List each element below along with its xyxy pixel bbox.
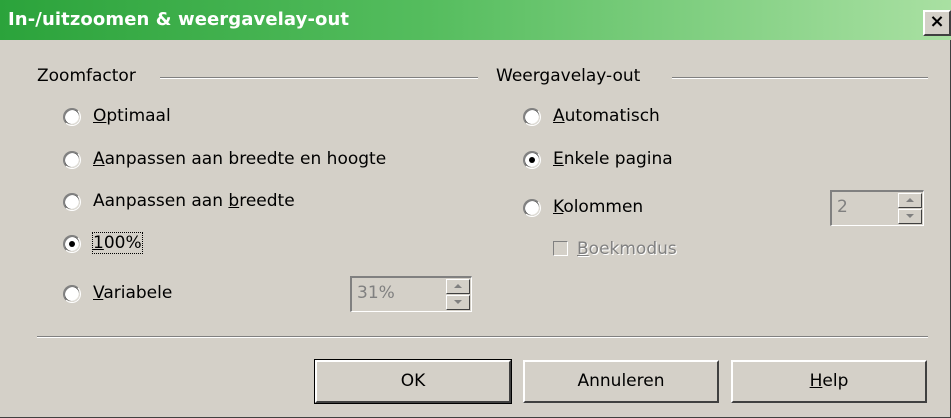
spin-down-button[interactable] <box>446 295 470 310</box>
radio-button[interactable] <box>523 108 541 126</box>
dialog-title: In-/uitzoomen & weergavelay-out <box>8 9 350 30</box>
cancel-button[interactable]: Annuleren <box>523 360 719 403</box>
zoom-group-line <box>160 77 478 79</box>
arrow-down-icon <box>906 214 914 218</box>
radio-button[interactable] <box>63 151 81 169</box>
help-button[interactable]: Help <box>731 360 927 403</box>
zoom-group-label: Zoomfactor <box>37 66 142 86</box>
radio-button[interactable] <box>63 193 81 211</box>
close-icon: × <box>929 11 945 32</box>
spin-down-button[interactable] <box>898 209 922 224</box>
arrow-up-icon <box>906 198 914 202</box>
zoom-fit-width-height-label: Aanpassen aan breedte en hoogte <box>93 149 387 169</box>
radio-button[interactable] <box>63 235 81 253</box>
arrow-down-icon <box>454 300 462 304</box>
spin-up-button[interactable] <box>446 279 470 294</box>
zoom-fit-width-label: Aanpassen aan breedte <box>93 191 295 211</box>
book-mode-label: Boekmodus <box>577 239 677 259</box>
radio-button[interactable] <box>523 151 541 169</box>
radio-button[interactable] <box>63 285 81 303</box>
columns-value: 2 <box>837 197 848 217</box>
radio-button[interactable] <box>63 108 81 126</box>
layout-automatic-label: Automatisch <box>553 106 660 126</box>
close-button[interactable]: × <box>923 10 951 36</box>
zoom-variable-label: Variabele <box>93 283 173 303</box>
zoom-layout-dialog: In-/uitzoomen & weergavelay-out × Zoomfa… <box>0 0 951 418</box>
layout-single-page-label: Enkele pagina <box>553 149 673 169</box>
separator-line <box>37 336 928 338</box>
book-mode-checkbox[interactable] <box>553 241 568 256</box>
title-bar[interactable]: In-/uitzoomen & weergavelay-out × <box>0 0 951 40</box>
ok-button[interactable]: OK <box>314 359 512 404</box>
radio-button[interactable] <box>523 199 541 217</box>
zoom-variable-value: 31% <box>357 283 395 303</box>
columns-spinbox[interactable]: 2 <box>830 190 924 226</box>
layout-group-label: Weergavelay-out <box>496 66 647 86</box>
layout-columns-label: Kolommen <box>553 197 644 217</box>
spin-up-button[interactable] <box>898 193 922 208</box>
arrow-up-icon <box>454 284 462 288</box>
layout-group-line <box>672 77 928 79</box>
help-button-label: Help <box>809 371 849 391</box>
zoom-variable-spinbox[interactable]: 31% <box>350 276 472 312</box>
zoom-100-label: 100% <box>92 232 143 254</box>
zoom-optimal-label: Optimaal <box>93 106 171 126</box>
